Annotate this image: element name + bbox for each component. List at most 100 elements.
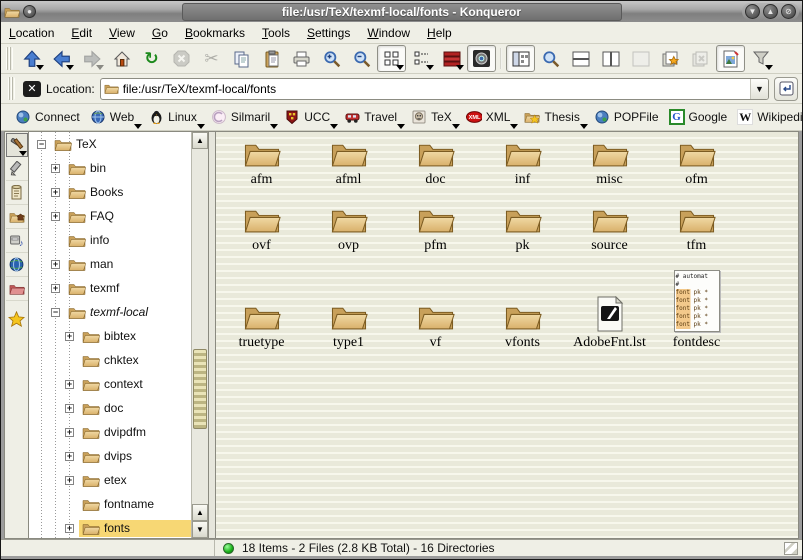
scroll-track[interactable]	[192, 149, 208, 504]
image-preview-button[interactable]	[716, 45, 745, 72]
sidebar-pencil-button[interactable]	[6, 157, 28, 181]
sidebar-services-button[interactable]: ♪	[6, 229, 28, 253]
menu-view[interactable]: View	[109, 26, 135, 40]
tree-item[interactable]: doc	[29, 396, 191, 420]
split-view-left-right-button[interactable]	[596, 45, 625, 72]
maximize-button[interactable]: ▲	[763, 4, 778, 19]
tree-expander[interactable]	[37, 140, 46, 149]
location-toolbar-handle[interactable]	[8, 77, 15, 100]
detail-view-button[interactable]	[437, 45, 466, 72]
up-button[interactable]	[17, 45, 46, 72]
file-item[interactable]: # automat#font pk *font pk *font pk *fon…	[566, 204, 653, 254]
tree-expander[interactable]	[51, 308, 60, 317]
file-item[interactable]: # automat#font pk *font pk *font pk *fon…	[218, 204, 305, 254]
tree-item[interactable]: man	[29, 252, 191, 276]
find-file-button[interactable]	[536, 45, 565, 72]
minimize-button[interactable]: ▼	[745, 4, 760, 19]
bookmark-travel[interactable]: Travel	[340, 106, 405, 129]
copy-button[interactable]	[227, 45, 256, 72]
tree-item[interactable]: bibtex	[29, 324, 191, 348]
resize-grip[interactable]	[784, 542, 798, 555]
tree-item[interactable]: info	[29, 228, 191, 252]
tree-item[interactable]: dvips	[29, 444, 191, 468]
file-item[interactable]: # automat#font pk *font pk *font pk *fon…	[653, 204, 740, 254]
window-sticky-button[interactable]: ●	[23, 5, 36, 18]
bookmark-google[interactable]: G Google	[665, 106, 732, 129]
bookmark-xml[interactable]: XML XML	[462, 106, 519, 129]
go-button[interactable]	[774, 77, 798, 101]
back-button[interactable]	[47, 45, 76, 72]
file-item[interactable]: # automat#font pk *font pk *font pk *fon…	[305, 138, 392, 188]
file-item[interactable]: # automat#font pk *font pk *font pk *fon…	[479, 204, 566, 254]
tree-item[interactable]: bin	[29, 156, 191, 180]
location-input[interactable]	[123, 79, 750, 99]
file-item[interactable]: # automat#font pk *font pk *font pk *fon…	[653, 270, 740, 351]
tree-item[interactable]: fontname	[29, 492, 191, 516]
scroll-down-button[interactable]: ▼	[192, 521, 208, 538]
tree-view-button[interactable]	[407, 45, 436, 72]
new-tab-button[interactable]	[656, 45, 685, 72]
tree-item[interactable]: context	[29, 372, 191, 396]
stop-button[interactable]	[167, 45, 196, 72]
bookmark-popfile[interactable]: POPFile	[590, 106, 663, 129]
split-view-top-bottom-button[interactable]	[566, 45, 595, 72]
tree-item[interactable]: texmf-local	[29, 300, 191, 324]
reload-button[interactable]: ↻	[137, 45, 166, 72]
scroll-thumb[interactable]	[193, 349, 207, 429]
tree-expander[interactable]	[65, 428, 74, 437]
menu-edit[interactable]: Edit	[71, 26, 92, 40]
tree-expander[interactable]	[65, 404, 74, 413]
toolbar-drag-handle[interactable]	[6, 47, 13, 70]
bookmark-ucc[interactable]: UCC	[280, 106, 338, 129]
tree-expander[interactable]	[51, 188, 60, 197]
menu-help[interactable]: Help	[427, 26, 452, 40]
tree-expander[interactable]	[65, 476, 74, 485]
bookmark-connect[interactable]: Connect	[11, 106, 84, 129]
file-item[interactable]: # automat#font pk *font pk *font pk *fon…	[479, 138, 566, 188]
file-item[interactable]: # automat#font pk *font pk *font pk *fon…	[566, 296, 653, 351]
menu-settings[interactable]: Settings	[307, 26, 350, 40]
bookmark-wikipedia[interactable]: W Wikipedia	[733, 106, 803, 129]
clear-location-button[interactable]: ✕	[23, 81, 41, 97]
zoom-out-button[interactable]	[347, 45, 376, 72]
sidebar-root-folder-button[interactable]	[6, 277, 28, 301]
file-item[interactable]: # automat#font pk *font pk *font pk *fon…	[479, 301, 566, 351]
close-tab-button[interactable]	[686, 45, 715, 72]
tree-item[interactable]: chktex	[29, 348, 191, 372]
tree-item[interactable]: texmf	[29, 276, 191, 300]
menu-location[interactable]: Location	[9, 26, 54, 40]
tree-expander[interactable]	[65, 524, 74, 533]
tree-expander[interactable]	[65, 452, 74, 461]
remove-active-view-button[interactable]	[626, 45, 655, 72]
filter-button[interactable]	[746, 45, 775, 72]
bookmark-tex[interactable]: TeX	[407, 106, 460, 129]
titlebar[interactable]: ● file:/usr/TeX/texmf-local/fonts - Konq…	[1, 1, 802, 22]
cut-button[interactable]: ✂	[197, 45, 226, 72]
file-item[interactable]: # automat#font pk *font pk *font pk *fon…	[218, 138, 305, 188]
bookmark-linux[interactable]: Linux	[144, 106, 205, 129]
file-item[interactable]: # automat#font pk *font pk *font pk *fon…	[392, 138, 479, 188]
file-item[interactable]: # automat#font pk *font pk *font pk *fon…	[392, 204, 479, 254]
home-button[interactable]	[107, 45, 136, 72]
gear-view-button[interactable]	[467, 45, 496, 72]
tree-expander[interactable]	[65, 380, 74, 389]
location-dropdown-arrow[interactable]: ▼	[750, 79, 768, 99]
forward-button[interactable]	[77, 45, 106, 72]
tree-scrollbar[interactable]: ▲ ▲ ▼	[191, 132, 208, 538]
sidebar-bookmarks-button[interactable]	[6, 307, 28, 331]
tree-expander[interactable]	[51, 284, 60, 293]
show-sidebar-button[interactable]	[506, 45, 535, 72]
tree-expander[interactable]	[51, 212, 60, 221]
paste-button[interactable]	[257, 45, 286, 72]
sidebar-home-button[interactable]	[6, 205, 28, 229]
tree-item[interactable]: fonts	[29, 516, 191, 539]
menu-go[interactable]: Go	[152, 26, 168, 40]
file-item[interactable]: # automat#font pk *font pk *font pk *fon…	[392, 301, 479, 351]
sidebar-history-button[interactable]	[6, 181, 28, 205]
tree-expander[interactable]	[51, 164, 60, 173]
scroll-up-button[interactable]: ▲	[192, 132, 208, 149]
scroll-up-button-2[interactable]: ▲	[192, 504, 208, 521]
sidebar-configure-button[interactable]	[6, 133, 28, 157]
file-item[interactable]: # automat#font pk *font pk *font pk *fon…	[305, 204, 392, 254]
menu-window[interactable]: Window	[367, 26, 410, 40]
